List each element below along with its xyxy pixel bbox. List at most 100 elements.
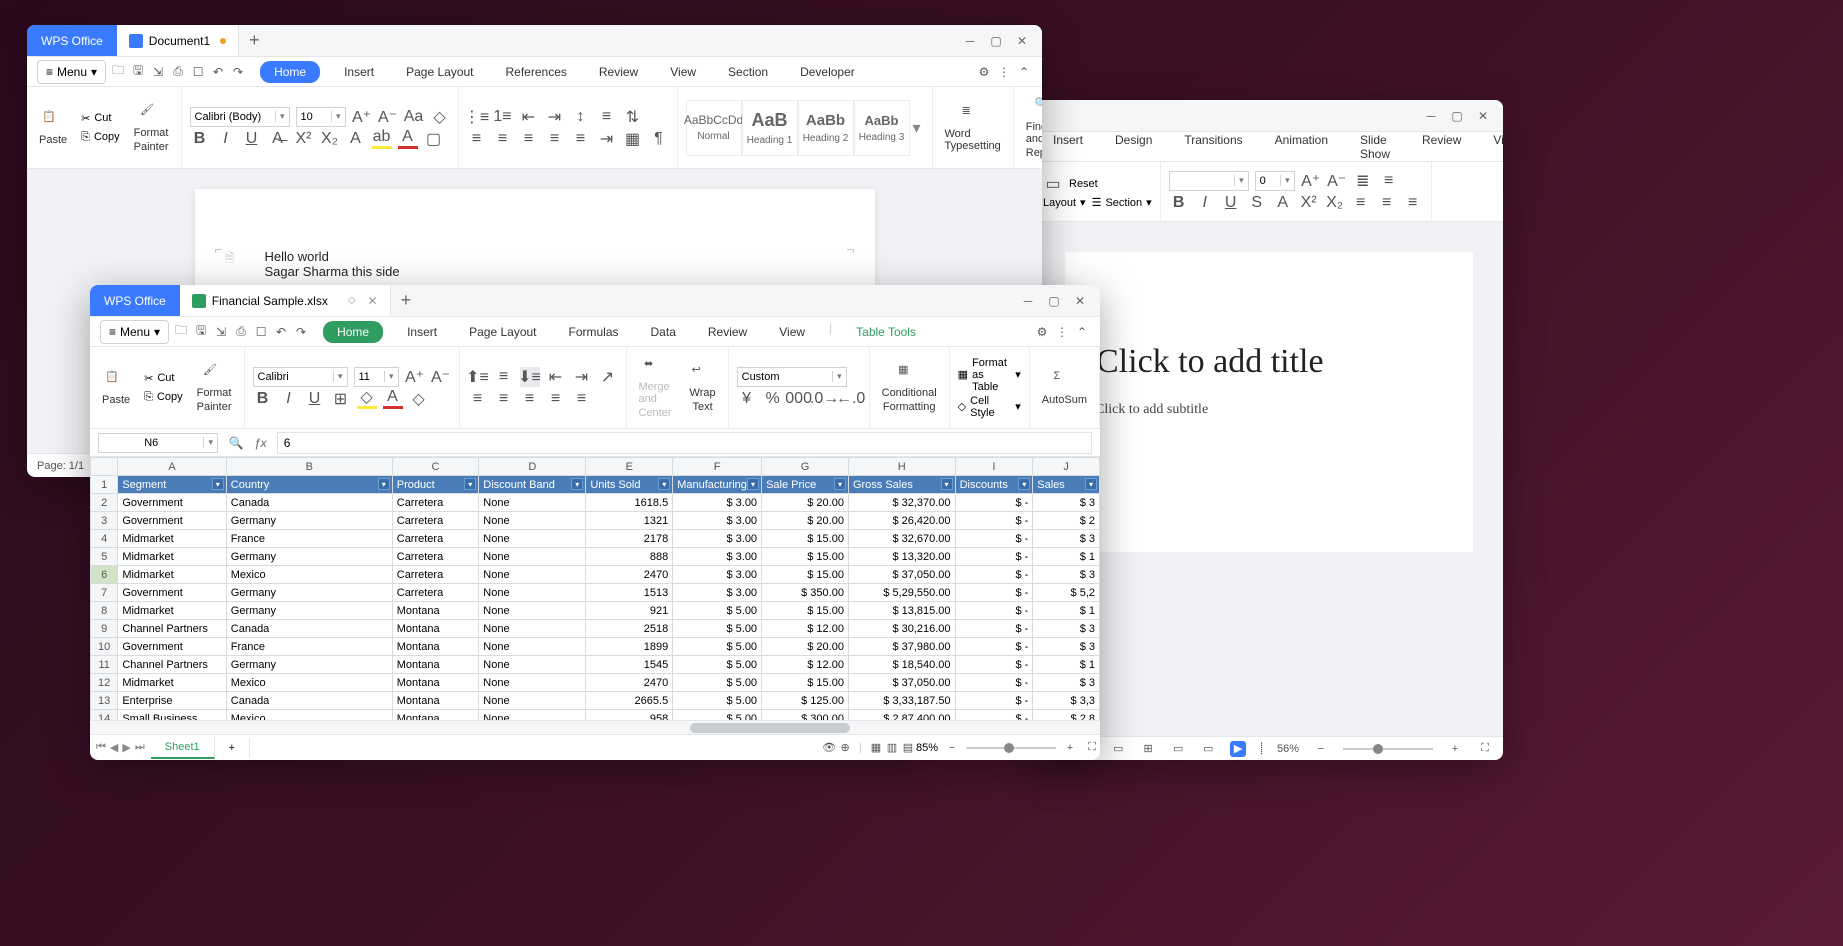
tab-pin-icon[interactable]: ◇: [348, 295, 356, 306]
autosum-button[interactable]: ΣAutoSum: [1038, 368, 1091, 408]
cell[interactable]: 1513: [586, 584, 673, 602]
cell[interactable]: 1545: [586, 656, 673, 674]
row-header[interactable]: 10: [91, 638, 118, 656]
align-justify-icon[interactable]: ≡: [546, 389, 566, 409]
close-button[interactable]: ✕: [1010, 29, 1034, 53]
cell[interactable]: $ -: [955, 494, 1033, 512]
cell[interactable]: $ 1: [1033, 656, 1100, 674]
subtitle-placeholder[interactable]: Click to add subtitle: [1095, 402, 1443, 418]
font-color-icon[interactable]: A: [398, 129, 418, 149]
cell[interactable]: None: [479, 512, 586, 530]
table-header-cell[interactable]: Product▾: [392, 476, 479, 494]
style-heading2[interactable]: AaBbHeading 2: [798, 100, 854, 156]
page-indicator[interactable]: Page: 1/1: [37, 460, 84, 472]
cut-button[interactable]: ✂ Cut: [81, 112, 120, 125]
cell[interactable]: 958: [586, 710, 673, 721]
tab-developer[interactable]: Developer: [792, 61, 863, 83]
decrease-font-icon[interactable]: A⁻: [1327, 171, 1347, 191]
cell[interactable]: Midmarket: [118, 674, 226, 692]
valign-top-icon[interactable]: ⬆≡: [468, 367, 488, 387]
cell[interactable]: Government: [118, 584, 226, 602]
cell[interactable]: Mexico: [226, 674, 392, 692]
font-name-combo[interactable]: ▾: [1169, 171, 1249, 191]
cell[interactable]: $ 32,670.00: [848, 530, 955, 548]
minimize-button[interactable]: ─: [1419, 104, 1443, 128]
cell[interactable]: $ -: [955, 620, 1033, 638]
tab-transitions[interactable]: Transitions: [1176, 129, 1250, 165]
cell[interactable]: $ 125.00: [762, 692, 849, 710]
cell[interactable]: Montana: [392, 710, 479, 721]
page-line-1[interactable]: Hello world: [265, 249, 805, 264]
cell[interactable]: None: [479, 530, 586, 548]
cell[interactable]: $ 37,050.00: [848, 674, 955, 692]
fill-color-icon[interactable]: ◇: [357, 389, 377, 409]
cell[interactable]: $ 5.00: [673, 656, 762, 674]
horizontal-scrollbar[interactable]: [90, 720, 1100, 734]
cell[interactable]: Carretera: [392, 548, 479, 566]
cut-button[interactable]: ✂ Cut: [144, 372, 183, 385]
cell[interactable]: $ 18,540.00: [848, 656, 955, 674]
italic-icon[interactable]: I: [216, 129, 236, 149]
row-header[interactable]: 11: [91, 656, 118, 674]
cell[interactable]: $ 37,980.00: [848, 638, 955, 656]
filter-icon[interactable]: ▾: [658, 478, 670, 490]
cell[interactable]: $ 3.00: [673, 530, 762, 548]
bold-icon[interactable]: B: [190, 129, 210, 149]
tab-close-icon[interactable]: ✕: [368, 294, 378, 308]
filter-icon[interactable]: ▾: [464, 478, 476, 490]
print-icon[interactable]: ⎙: [170, 64, 186, 80]
cell[interactable]: $ 5.00: [673, 620, 762, 638]
table-header-cell[interactable]: Country▾: [226, 476, 392, 494]
cell[interactable]: Midmarket: [118, 530, 226, 548]
cell[interactable]: $ 5.00: [673, 638, 762, 656]
col-header[interactable]: D: [479, 458, 586, 476]
export-icon[interactable]: ⇲: [150, 64, 166, 80]
filter-icon[interactable]: ▾: [941, 478, 953, 490]
cell[interactable]: Enterprise: [118, 692, 226, 710]
cell[interactable]: Government: [118, 638, 226, 656]
tab-insert[interactable]: Insert: [336, 61, 382, 83]
decrease-font-icon[interactable]: A⁻: [378, 107, 398, 127]
borders-icon[interactable]: ⊞: [331, 389, 351, 409]
text-effects-icon[interactable]: A: [346, 129, 366, 149]
shading-icon[interactable]: ▢: [424, 129, 444, 149]
valign-bottom-icon[interactable]: ⬇≡: [520, 367, 540, 387]
align-center-icon[interactable]: ≡: [1377, 193, 1397, 213]
tab-design[interactable]: Design: [1107, 129, 1160, 165]
format-as-table-button[interactable]: ▦ Format as Table ▾: [958, 357, 1021, 393]
cell[interactable]: None: [479, 566, 586, 584]
font-size-combo[interactable]: ▾: [354, 367, 399, 387]
fit-icon[interactable]: ⛶: [1477, 741, 1493, 757]
cell[interactable]: 2518: [586, 620, 673, 638]
align-center-icon[interactable]: ≡: [494, 389, 514, 409]
increase-indent-icon[interactable]: ⇥: [545, 107, 565, 127]
increase-font-icon[interactable]: A⁺: [352, 107, 372, 127]
cell[interactable]: $ 3,33,187.50: [848, 692, 955, 710]
col-header[interactable]: G: [762, 458, 849, 476]
cell[interactable]: $ 3: [1033, 674, 1100, 692]
undo-icon[interactable]: ↶: [210, 64, 226, 80]
sheet-tab[interactable]: Sheet1: [151, 737, 215, 759]
cell[interactable]: 2665.5: [586, 692, 673, 710]
tabs-icon[interactable]: ⇥: [597, 129, 617, 149]
cell[interactable]: 888: [586, 548, 673, 566]
underline-icon[interactable]: U: [305, 389, 325, 409]
cell[interactable]: Canada: [226, 620, 392, 638]
align-left-icon[interactable]: ≡: [467, 129, 487, 149]
align-center-icon[interactable]: ≡: [493, 129, 513, 149]
cell[interactable]: $ 5.00: [673, 692, 762, 710]
decrease-indent-icon[interactable]: ⇤: [519, 107, 539, 127]
cell[interactable]: $ 13,320.00: [848, 548, 955, 566]
redo-icon[interactable]: ↷: [230, 64, 246, 80]
cell[interactable]: Montana: [392, 638, 479, 656]
menu-button[interactable]: ≡ Menu ▾: [100, 320, 169, 344]
table-header-cell[interactable]: Sales▾: [1033, 476, 1100, 494]
row-header[interactable]: 8: [91, 602, 118, 620]
superscript-icon[interactable]: X²: [294, 129, 314, 149]
paste-button[interactable]: 📋Paste: [35, 108, 71, 148]
new-tab-button[interactable]: +: [239, 30, 270, 51]
row-header[interactable]: 3: [91, 512, 118, 530]
cell[interactable]: France: [226, 530, 392, 548]
cell[interactable]: $ -: [955, 710, 1033, 721]
cell[interactable]: Mexico: [226, 566, 392, 584]
